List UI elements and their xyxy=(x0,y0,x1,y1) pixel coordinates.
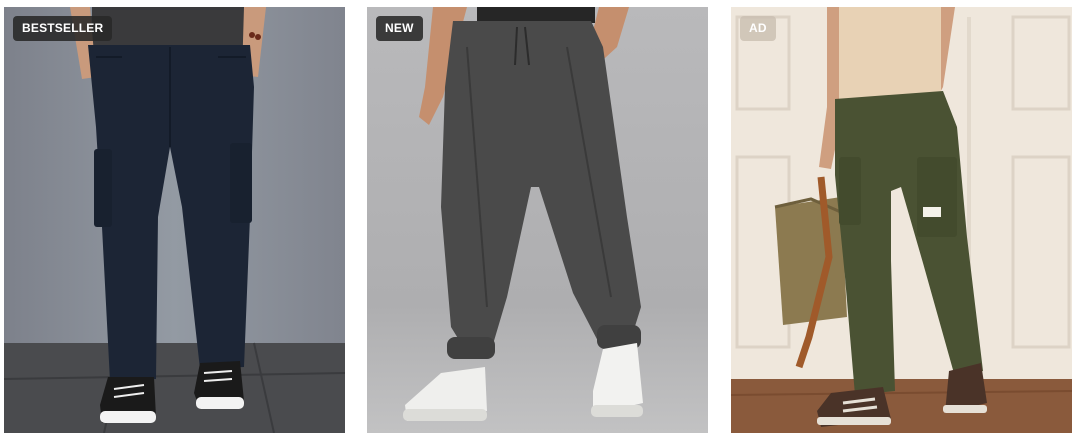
new-badge: NEW xyxy=(376,16,423,41)
product-grid: BESTSELLER NEW AD xyxy=(0,0,1079,436)
product-image-charcoal-jogger-pants[interactable] xyxy=(367,7,708,433)
product-image-olive-cargo-pants[interactable] xyxy=(731,7,1072,433)
ad-badge: AD xyxy=(740,16,776,41)
product-card-3[interactable]: AD xyxy=(731,7,1072,433)
product-card-1[interactable]: BESTSELLER xyxy=(4,7,345,433)
bestseller-badge: BESTSELLER xyxy=(13,16,113,41)
product-image-navy-cargo-pants[interactable] xyxy=(4,7,345,433)
product-card-2[interactable]: NEW xyxy=(367,7,708,433)
